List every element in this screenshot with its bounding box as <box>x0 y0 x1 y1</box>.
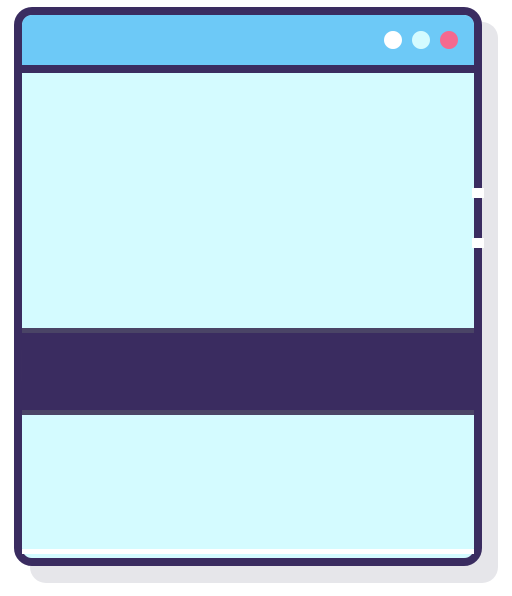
browser-window-icon <box>14 7 498 583</box>
window-control-dot-1[interactable] <box>384 31 402 49</box>
scrollbar-segment[interactable] <box>474 198 482 238</box>
content-band-top-edge <box>22 328 474 333</box>
window-close-dot[interactable] <box>440 31 458 49</box>
bottom-inner-line <box>22 549 474 554</box>
icon-stage <box>0 0 512 596</box>
content-band-bottom-edge <box>22 410 474 415</box>
title-bar-divider <box>18 65 478 73</box>
window-frame <box>14 7 482 566</box>
right-edge-gap-2 <box>472 238 484 248</box>
window-control-dot-2[interactable] <box>412 31 430 49</box>
right-edge-gap-1 <box>472 188 484 198</box>
content-band <box>22 333 474 410</box>
